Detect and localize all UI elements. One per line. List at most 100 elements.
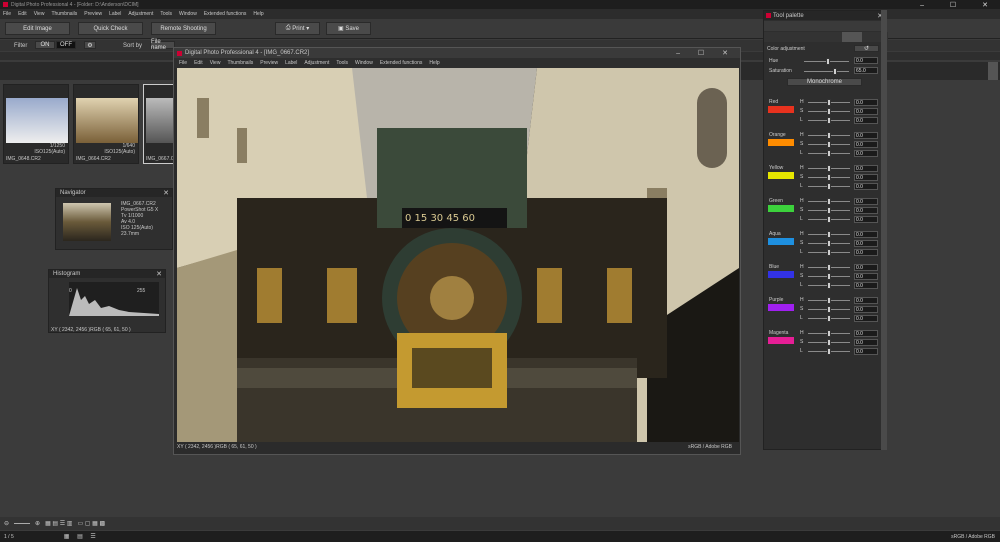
color-s-value[interactable]: 0.0	[854, 273, 878, 280]
color-h-slider[interactable]	[808, 330, 850, 337]
remote-shooting-button[interactable]: Remote Shooting	[151, 22, 216, 35]
color-s-slider[interactable]	[808, 306, 850, 313]
color-l-slider[interactable]	[808, 348, 850, 355]
edit-menu-help[interactable]: Help	[429, 60, 439, 66]
color-l-slider[interactable]	[808, 282, 850, 289]
color-h-slider[interactable]	[808, 231, 850, 238]
hue-slider[interactable]	[804, 58, 849, 65]
view-icons[interactable]: ▦ ▤ ☰ ▥	[45, 520, 72, 527]
menu-tools[interactable]: Tools	[160, 11, 172, 17]
color-l-value[interactable]: 0.0	[854, 249, 878, 256]
color-h-slider[interactable]	[808, 297, 850, 304]
scrollbar[interactable]	[988, 62, 998, 80]
menu-file[interactable]: File	[3, 11, 11, 17]
print-button[interactable]: ⎙ Print ▾	[275, 22, 320, 35]
edit-menu-window[interactable]: Window	[355, 60, 373, 66]
edit-menu-edit[interactable]: Edit	[194, 60, 203, 66]
color-h-value[interactable]: 0.0	[854, 198, 878, 205]
color-s-slider[interactable]	[808, 141, 850, 148]
zoom-slider[interactable]	[14, 523, 31, 524]
photo-preview[interactable]: 0 15 30 45 60	[177, 68, 739, 442]
hue-value[interactable]: 0.0	[854, 57, 878, 64]
close-icon[interactable]: ✕	[156, 270, 162, 278]
color-h-value[interactable]: 0.0	[854, 132, 878, 139]
thumbnail[interactable]: 1/1250 ISO125(Auto) IMG_0648.CR2	[3, 84, 69, 164]
color-s-value[interactable]: 0.0	[854, 207, 878, 214]
sort-dropdown[interactable]: File name	[150, 39, 175, 51]
zoom-out-icon[interactable]: ⊖	[4, 520, 9, 527]
layout-icons[interactable]: ▭ ▢ ▦ ▩	[77, 520, 105, 527]
palette-tab-color-active[interactable]	[842, 32, 862, 42]
color-s-value[interactable]: 0.0	[854, 240, 878, 247]
color-h-value[interactable]: 0.0	[854, 99, 878, 106]
color-s-slider[interactable]	[808, 207, 850, 214]
color-s-value[interactable]: 0.0	[854, 141, 878, 148]
filter-off-button[interactable]: OFF	[56, 41, 76, 49]
window-controls[interactable]: – ☐ ✕	[676, 49, 736, 57]
edit-menu-preview[interactable]: Preview	[260, 60, 278, 66]
color-l-slider[interactable]	[808, 183, 850, 190]
color-h-value[interactable]: 0.0	[854, 231, 878, 238]
monochrome-button[interactable]: Monochrome	[787, 78, 862, 86]
color-l-slider[interactable]	[808, 216, 850, 223]
navigator-preview[interactable]	[63, 203, 111, 241]
palette-tab-row-1[interactable]	[764, 21, 888, 31]
reset-button[interactable]: ↺	[854, 45, 879, 52]
palette-scrollbar[interactable]	[881, 10, 887, 450]
color-l-value[interactable]: 0.0	[854, 282, 878, 289]
color-l-value[interactable]: 0.0	[854, 216, 878, 223]
color-s-slider[interactable]	[808, 240, 850, 247]
menu-adjustment[interactable]: Adjustment	[128, 11, 153, 17]
color-h-slider[interactable]	[808, 198, 850, 205]
zoom-in-icon[interactable]: ⊕	[35, 520, 40, 527]
color-h-slider[interactable]	[808, 132, 850, 139]
edit-menu-file[interactable]: File	[179, 60, 187, 66]
quick-check-button[interactable]: Quick Check	[78, 22, 143, 35]
thumbnail[interactable]: 1/640 ISO125(Auto) IMG_0664.CR2	[73, 84, 139, 164]
color-l-slider[interactable]	[808, 150, 850, 157]
edit-menu-thumbnails[interactable]: Thumbnails	[227, 60, 253, 66]
color-l-slider[interactable]	[808, 315, 850, 322]
color-h-value[interactable]: 0.0	[854, 165, 878, 172]
color-h-value[interactable]: 0.0	[854, 330, 878, 337]
color-l-slider[interactable]	[808, 117, 850, 124]
color-l-value[interactable]: 0.0	[854, 150, 878, 157]
color-l-value[interactable]: 0.0	[854, 348, 878, 355]
color-h-value[interactable]: 0.0	[854, 264, 878, 271]
color-h-slider[interactable]	[808, 264, 850, 271]
menu-label[interactable]: Label	[109, 11, 121, 17]
edit-menu-tools[interactable]: Tools	[336, 60, 348, 66]
color-s-value[interactable]: 0.0	[854, 108, 878, 115]
status-view-icons[interactable]: ▦ ▤ ☰	[64, 533, 99, 540]
menu-edit[interactable]: Edit	[18, 11, 27, 17]
color-s-slider[interactable]	[808, 174, 850, 181]
color-s-slider[interactable]	[808, 273, 850, 280]
close-icon[interactable]: ✕	[163, 189, 169, 197]
menu-thumbnails[interactable]: Thumbnails	[51, 11, 77, 17]
color-l-value[interactable]: 0.0	[854, 117, 878, 124]
window-controls[interactable]: – ☐ ✕	[920, 1, 1000, 9]
saturation-slider[interactable]	[804, 68, 849, 75]
color-s-value[interactable]: 0.0	[854, 174, 878, 181]
save-button[interactable]: ▣ Save	[326, 22, 371, 35]
menu-view[interactable]: View	[34, 11, 45, 17]
color-s-value[interactable]: 0.0	[854, 339, 878, 346]
color-l-value[interactable]: 0.0	[854, 315, 878, 322]
color-s-value[interactable]: 0.0	[854, 306, 878, 313]
color-h-value[interactable]: 0.0	[854, 297, 878, 304]
palette-tab-row-2[interactable]	[764, 32, 888, 42]
edit-menu-view[interactable]: View	[210, 60, 221, 66]
menu-preview[interactable]: Preview	[84, 11, 102, 17]
edit-menu-extended-functions[interactable]: Extended functions	[380, 60, 423, 66]
edit-menu-label[interactable]: Label	[285, 60, 297, 66]
color-s-slider[interactable]	[808, 108, 850, 115]
menu-help[interactable]: Help	[253, 11, 263, 17]
filter-settings-icon[interactable]: ⚙	[84, 41, 96, 49]
color-h-slider[interactable]	[808, 165, 850, 172]
edit-image-button[interactable]: Edit Image	[5, 22, 70, 35]
color-l-value[interactable]: 0.0	[854, 183, 878, 190]
menu-window[interactable]: Window	[179, 11, 197, 17]
saturation-value[interactable]: 65.0	[854, 67, 878, 74]
menu-extended-functions[interactable]: Extended functions	[204, 11, 247, 17]
filter-on-button[interactable]: ON	[35, 41, 55, 49]
